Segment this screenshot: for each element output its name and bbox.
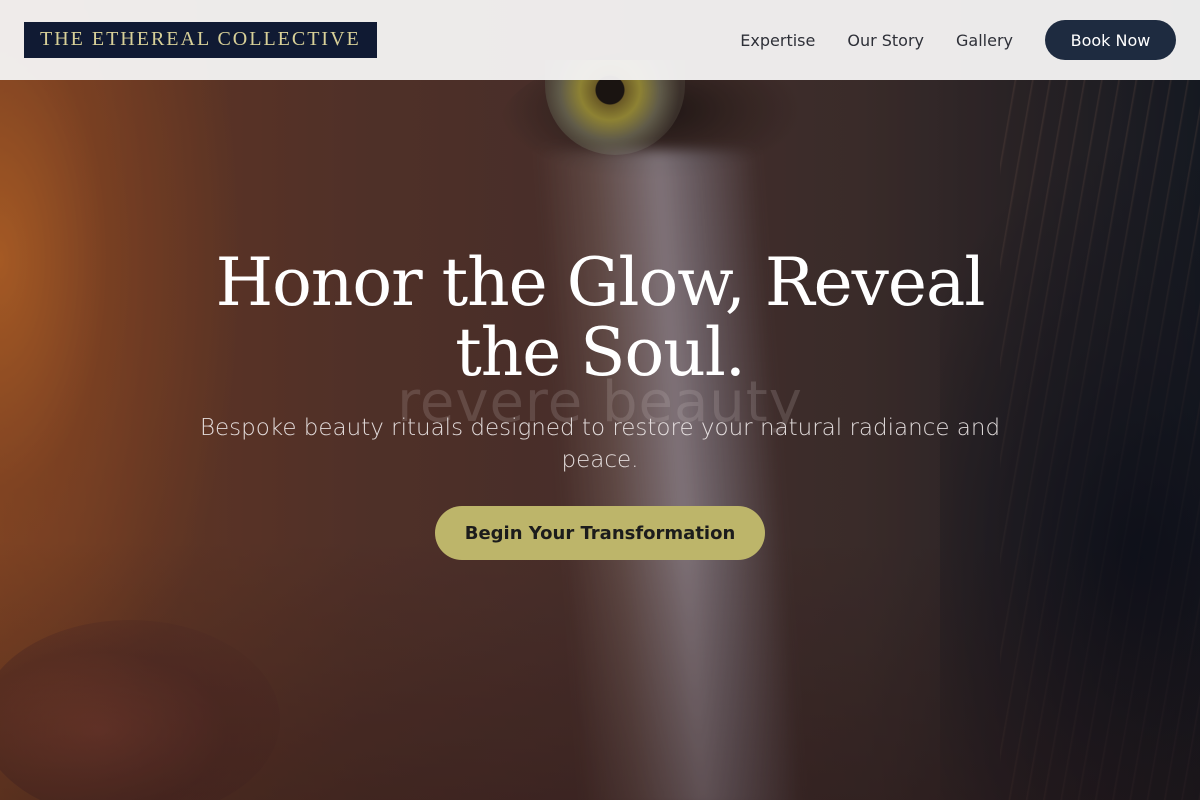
main-nav: Expertise Our Story Gallery Book Now bbox=[740, 20, 1176, 60]
hero-subtitle: Bespoke beauty rituals designed to resto… bbox=[199, 415, 1001, 473]
nav-link-gallery[interactable]: Gallery bbox=[956, 31, 1013, 50]
begin-transformation-button[interactable]: Begin Your Transformation bbox=[435, 506, 765, 560]
site-logo[interactable]: THE ETHEREAL COLLECTIVE bbox=[24, 22, 377, 58]
nav-link-expertise[interactable]: Expertise bbox=[740, 31, 815, 50]
hero-content: Honor the Glow, Reveal the Soul. Bespoke… bbox=[0, 248, 1200, 560]
book-now-button[interactable]: Book Now bbox=[1045, 20, 1176, 60]
hero-headline: Honor the Glow, Reveal the Soul. bbox=[215, 244, 986, 391]
site-header: THE ETHEREAL COLLECTIVE Expertise Our St… bbox=[0, 0, 1200, 80]
nav-link-our-story[interactable]: Our Story bbox=[847, 31, 924, 50]
